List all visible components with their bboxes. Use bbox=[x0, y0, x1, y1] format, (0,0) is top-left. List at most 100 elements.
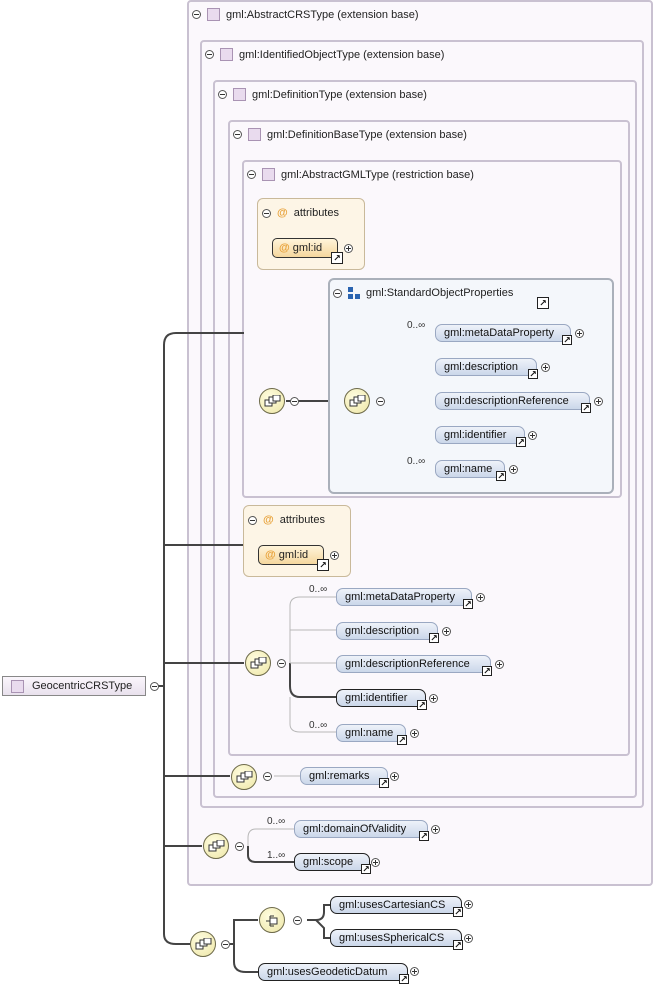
expand-icon[interactable] bbox=[509, 465, 518, 474]
element-label: gml:usesCartesianCS bbox=[339, 899, 446, 911]
expand-icon[interactable] bbox=[528, 431, 537, 440]
sequence-compositor-icon[interactable] bbox=[245, 650, 271, 676]
group-element-descriptionreference[interactable]: gml:descriptionReference ↗ bbox=[435, 392, 591, 413]
link-icon[interactable]: ↗ bbox=[331, 252, 343, 264]
group-label: gml:StandardObjectProperties bbox=[366, 287, 514, 299]
collapse-icon[interactable] bbox=[263, 772, 272, 781]
link-icon[interactable]: ↗ bbox=[528, 369, 538, 379]
expand-icon[interactable] bbox=[330, 551, 339, 560]
sequence-compositor-icon[interactable] bbox=[203, 833, 229, 859]
domain-of-validity-element[interactable]: gml:domainOfValidity ↗ bbox=[294, 820, 429, 841]
link-icon[interactable]: ↗ bbox=[482, 666, 492, 676]
expand-icon[interactable] bbox=[410, 729, 419, 738]
expand-icon[interactable] bbox=[541, 363, 550, 372]
expand-icon[interactable] bbox=[410, 967, 419, 976]
group-element-metadataproperty[interactable]: gml:metaDataProperty ↗ bbox=[435, 324, 572, 345]
attributes-outer-header[interactable]: @ attributes bbox=[248, 514, 325, 526]
element-label: gml:domainOfValidity bbox=[303, 823, 407, 835]
root-collapse-icon[interactable] bbox=[150, 682, 159, 691]
attribute-gml-id[interactable]: @ gml:id bbox=[272, 238, 338, 258]
collapse-icon[interactable] bbox=[248, 515, 257, 525]
element-label: gml:usesSphericalCS bbox=[339, 932, 445, 944]
collapse-icon[interactable] bbox=[221, 940, 230, 949]
cardinality-label: 0..∞ bbox=[309, 584, 328, 595]
remarks-element[interactable]: gml:remarks ↗ bbox=[300, 767, 389, 788]
link-icon[interactable]: ↗ bbox=[516, 437, 526, 447]
attribute-icon: @ bbox=[265, 549, 276, 561]
link-icon[interactable]: ↗ bbox=[417, 700, 427, 710]
choice-compositor-icon[interactable] bbox=[259, 907, 285, 933]
def-element-name[interactable]: gml:name ↗ bbox=[336, 724, 407, 745]
collapse-icon[interactable] bbox=[235, 842, 244, 851]
attribute-label: gml:id bbox=[292, 242, 323, 254]
sequence-compositor-icon[interactable] bbox=[190, 931, 216, 957]
group-link-icon[interactable]: ↗ bbox=[537, 297, 549, 309]
link-icon[interactable]: ↗ bbox=[397, 735, 407, 745]
element-label: gml:name bbox=[345, 727, 394, 739]
attributes-inner-header[interactable]: @ attributes bbox=[262, 207, 339, 219]
link-icon[interactable]: ↗ bbox=[361, 864, 371, 874]
attribute-gml-id[interactable]: @ gml:id bbox=[258, 545, 324, 565]
expand-icon[interactable] bbox=[442, 627, 451, 636]
link-icon[interactable]: ↗ bbox=[419, 831, 429, 841]
sequence-compositor-icon[interactable] bbox=[259, 388, 285, 414]
expand-icon[interactable] bbox=[464, 900, 473, 909]
collapse-icon[interactable] bbox=[293, 916, 302, 925]
collapse-icon[interactable] bbox=[262, 208, 271, 218]
element-label: gml:descriptionReference bbox=[345, 658, 470, 670]
sequence-compositor-icon[interactable] bbox=[344, 388, 370, 414]
expand-icon[interactable] bbox=[431, 825, 440, 834]
element-label: gml:description bbox=[345, 625, 419, 637]
expand-icon[interactable] bbox=[390, 772, 399, 781]
expand-icon[interactable] bbox=[476, 593, 485, 602]
link-icon[interactable]: ↗ bbox=[562, 335, 572, 345]
expand-icon[interactable] bbox=[344, 244, 353, 253]
collapse-icon[interactable] bbox=[277, 659, 286, 668]
collapse-icon[interactable] bbox=[290, 397, 299, 406]
link-icon[interactable]: ↗ bbox=[429, 633, 439, 643]
group-element-description[interactable]: gml:description ↗ bbox=[435, 358, 538, 379]
cardinality-label: 0..∞ bbox=[267, 816, 286, 827]
link-icon[interactable]: ↗ bbox=[463, 599, 473, 609]
connector-lines bbox=[155, 331, 435, 973]
attribute-icon: @ bbox=[277, 207, 288, 219]
def-element-metadataproperty[interactable]: gml:metaDataProperty ↗ bbox=[336, 588, 473, 609]
group-element-name[interactable]: gml:name ↗ bbox=[435, 460, 506, 481]
uses-spherical-cs-element[interactable]: gml:usesSphericalCS ↗ bbox=[330, 929, 463, 950]
link-icon[interactable]: ↗ bbox=[317, 559, 329, 571]
expand-icon[interactable] bbox=[371, 858, 380, 867]
cardinality-label: 0..∞ bbox=[407, 320, 426, 331]
expand-icon[interactable] bbox=[429, 694, 438, 703]
link-icon[interactable]: ↗ bbox=[581, 403, 591, 413]
def-element-descriptionreference[interactable]: gml:descriptionReference ↗ bbox=[336, 655, 492, 676]
sequence-compositor-icon[interactable] bbox=[231, 764, 257, 790]
link-icon[interactable]: ↗ bbox=[453, 907, 463, 917]
link-icon[interactable]: ↗ bbox=[453, 940, 463, 950]
expand-icon[interactable] bbox=[575, 329, 584, 338]
link-icon[interactable]: ↗ bbox=[496, 471, 506, 481]
expand-icon[interactable] bbox=[464, 934, 473, 943]
element-label: gml:name bbox=[444, 463, 493, 475]
cardinality-label: 0..∞ bbox=[407, 456, 426, 467]
collapse-icon[interactable] bbox=[376, 397, 385, 406]
link-icon[interactable]: ↗ bbox=[379, 778, 389, 788]
root-label: GeocentricCRSType bbox=[32, 680, 133, 692]
def-element-description[interactable]: gml:description ↗ bbox=[336, 622, 439, 643]
group-header[interactable]: gml:StandardObjectProperties bbox=[333, 287, 513, 299]
collapse-icon[interactable] bbox=[333, 288, 342, 298]
expand-icon[interactable] bbox=[495, 660, 504, 669]
scope-element[interactable]: gml:scope ↗ bbox=[294, 853, 371, 874]
uses-geodetic-datum-element[interactable]: gml:usesGeodeticDatum ↗ bbox=[258, 963, 409, 984]
attribute-icon: @ bbox=[263, 514, 274, 526]
element-label: gml:identifier bbox=[345, 692, 408, 704]
uses-cartesian-cs-element[interactable]: gml:usesCartesianCS ↗ bbox=[330, 896, 463, 917]
expand-icon[interactable] bbox=[594, 397, 603, 406]
group-element-identifier[interactable]: gml:identifier ↗ bbox=[435, 426, 526, 447]
def-element-identifier[interactable]: gml:identifier ↗ bbox=[336, 689, 427, 710]
complex-type-icon bbox=[11, 679, 24, 693]
group-icon bbox=[348, 287, 360, 299]
cardinality-label: 1..∞ bbox=[267, 850, 286, 861]
cardinality-label: 0..∞ bbox=[309, 720, 328, 731]
root-type[interactable]: GeocentricCRSType bbox=[2, 676, 146, 696]
link-icon[interactable]: ↗ bbox=[399, 974, 409, 984]
